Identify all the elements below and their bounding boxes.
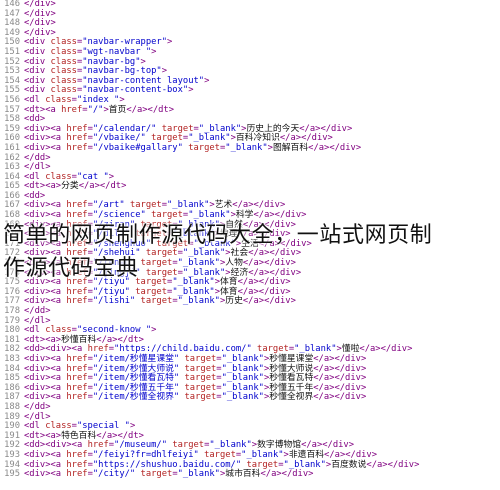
code-line: 147 </div> (0, 9, 500, 20)
code-line: 187 <div><a href="/item/秒懂全视界" target="_b… (0, 393, 500, 403)
code-line: 157 <dt><a href="/">首页</a></dt> (0, 104, 500, 116)
code-line: 177 <div><a href="/lishi" target="_blank"… (0, 297, 500, 307)
code-line: 165 <dt><a>分类</a></dt> (0, 181, 500, 192)
code-line: 195 <div><a href="/city/" target="_blank"… (0, 469, 500, 480)
line-code: <dt><a href="/">首页</a></dt> (24, 104, 175, 115)
code-line: 148 </div> (0, 18, 500, 29)
line-code: <div><a href="/item/秒懂全视界" target="_blan… (24, 392, 367, 403)
code-line: 188 </dd> (0, 402, 500, 413)
overlay-title-line-2: 作源代码宝典 (3, 256, 139, 281)
code-line: 146 </div> (0, 0, 500, 10)
line-code: <div><a href="/vbaike#gallary" target="_… (24, 142, 362, 153)
line-code: <div><a href="/lishi" target="_blank">历史… (24, 296, 296, 307)
line-code: <div><a href="/city/" target="_blank">城市… (24, 469, 314, 480)
code-line: 162 </dd> (0, 153, 500, 164)
code-line: 161 <div><a href="/vbaike#gallary" target… (0, 142, 500, 154)
line-number: 195 (4, 469, 20, 480)
overlay-title-line-1: 简单的网页制作源代码大全，一站式网页制 (3, 223, 433, 248)
code-line: 178 </dd> (0, 306, 500, 317)
